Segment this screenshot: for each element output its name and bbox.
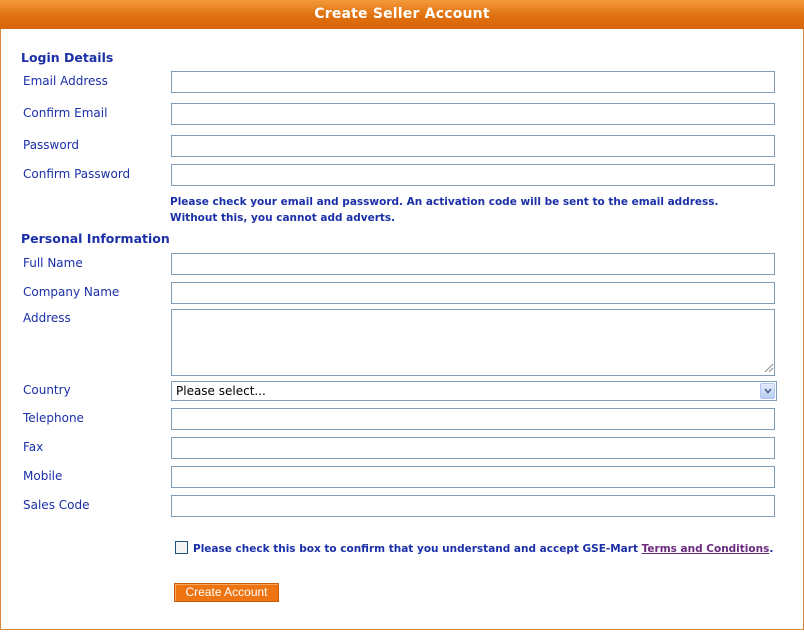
company-name-field[interactable] xyxy=(171,282,775,304)
company-name-label: Company Name xyxy=(23,285,120,299)
address-textarea[interactable] xyxy=(171,309,775,376)
fax-field[interactable] xyxy=(171,437,775,459)
country-label: Country xyxy=(23,383,71,397)
address-label: Address xyxy=(23,311,71,325)
terms-and-conditions-link[interactable]: Terms and Conditions xyxy=(642,543,770,555)
fax-label: Fax xyxy=(23,440,44,454)
sales-code-field[interactable] xyxy=(171,495,775,517)
country-select[interactable]: Please select... xyxy=(171,381,777,401)
chevron-down-icon xyxy=(764,388,772,394)
sales-code-label: Sales Code xyxy=(23,498,90,512)
personal-information-heading: Personal Information xyxy=(21,231,170,246)
email-field[interactable] xyxy=(171,71,775,93)
page-title: Create Seller Account xyxy=(0,0,804,29)
login-details-heading: Login Details xyxy=(21,50,114,65)
confirm-email-field[interactable] xyxy=(171,103,775,125)
country-selected-value: Please select... xyxy=(176,384,266,398)
terms-suffix-text: . xyxy=(769,543,774,555)
confirm-password-field[interactable] xyxy=(171,164,775,186)
confirm-password-label: Confirm Password xyxy=(23,167,131,181)
terms-checkbox[interactable] xyxy=(175,541,188,554)
create-account-button[interactable]: Create Account xyxy=(174,583,279,602)
activation-note-line1: Please check your email and password. An… xyxy=(170,196,719,208)
password-field[interactable] xyxy=(171,135,775,157)
confirm-email-label: Confirm Email xyxy=(23,106,108,120)
telephone-label: Telephone xyxy=(23,411,84,425)
mobile-label: Mobile xyxy=(23,469,63,483)
terms-prefix-text: Please check this box to confirm that yo… xyxy=(193,543,642,555)
telephone-field[interactable] xyxy=(171,408,775,430)
dropdown-arrow-button[interactable] xyxy=(760,383,775,399)
email-label: Email Address xyxy=(23,74,108,88)
mobile-field[interactable] xyxy=(171,466,775,488)
terms-text: Please check this box to confirm that yo… xyxy=(193,543,773,555)
full-name-label: Full Name xyxy=(23,256,83,270)
activation-note-line2: Without this, you cannot add adverts. xyxy=(170,212,396,224)
password-label: Password xyxy=(23,138,80,152)
full-name-field[interactable] xyxy=(171,253,775,275)
